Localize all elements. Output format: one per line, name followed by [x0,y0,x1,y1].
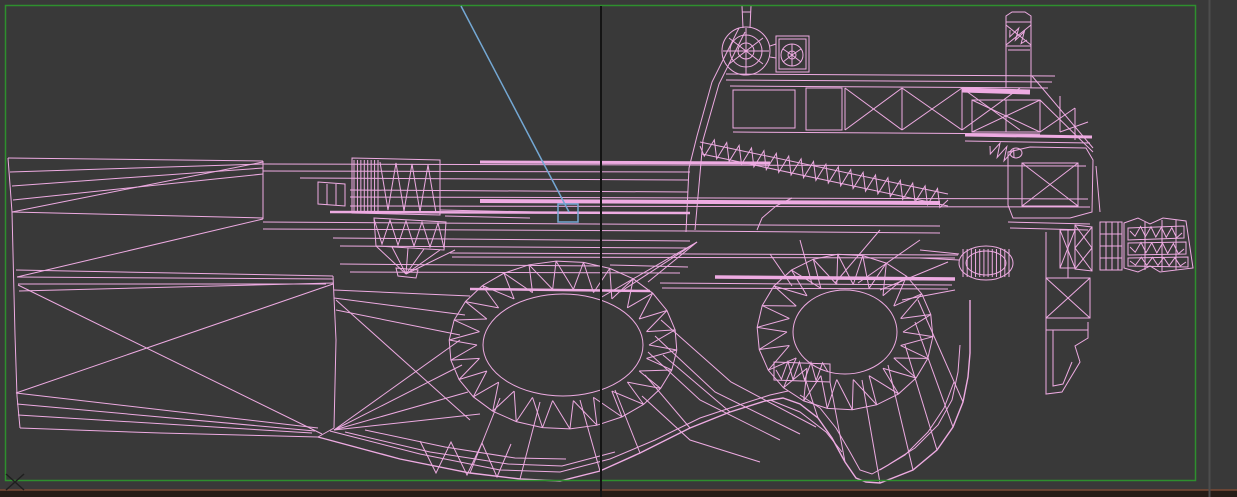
viewport-canvas[interactable] [0,0,1237,497]
status-strip [0,489,1237,497]
viewport-background [0,0,1237,497]
